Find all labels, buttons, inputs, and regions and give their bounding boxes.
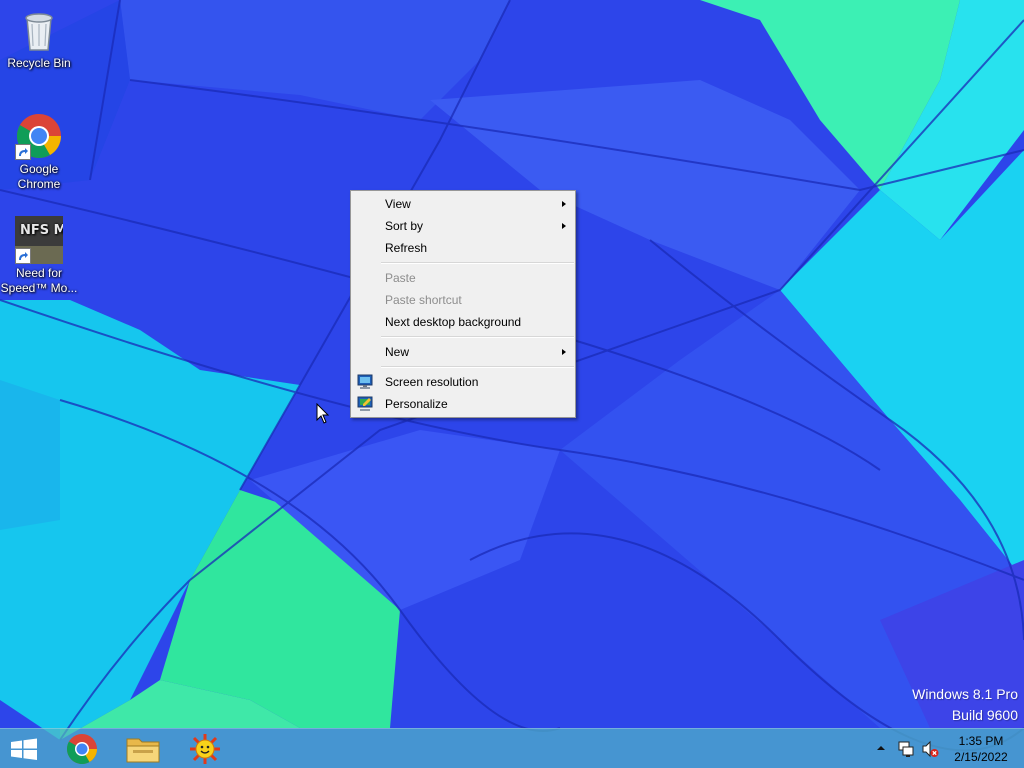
taskbar-file-explorer-button[interactable]: [113, 729, 173, 768]
nfs-most-wanted-icon: NFS MW: [15, 216, 81, 264]
desktop-icon-label: Need for Speed™ Mo...: [0, 266, 78, 295]
menu-separator: [381, 336, 574, 338]
menu-separator: [381, 366, 574, 368]
show-hidden-icons-arrow[interactable]: [876, 743, 886, 753]
taskbar: 1:35 PM 2/15/2022: [0, 728, 1024, 768]
menu-item-paste[interactable]: Paste: [351, 267, 575, 289]
shortcut-arrow-icon: [15, 248, 31, 264]
desktop-icon-google-chrome[interactable]: Google Chrome: [0, 112, 78, 192]
folder-icon: [126, 738, 160, 763]
taskbar-clock[interactable]: 1:35 PM 2/15/2022: [944, 733, 1018, 765]
desktop-context-menu: View Sort by Refresh Paste Paste shortcu…: [350, 190, 576, 418]
desktop-icon-label: Google Chrome: [17, 162, 61, 191]
screen-resolution-icon: [357, 374, 373, 390]
desktop-icon-need-for-speed[interactable]: NFS MW Need for Speed™ Mo...: [0, 216, 81, 296]
recycle-bin-icon: [15, 6, 63, 54]
desktop-icon-recycle-bin[interactable]: Recycle Bin: [0, 6, 78, 71]
menu-item-label: Personalize: [385, 397, 448, 411]
menu-item-sort-by[interactable]: Sort by: [351, 215, 575, 237]
desktop-icon-label: Recycle Bin: [7, 56, 71, 70]
submenu-arrow-icon: [562, 223, 566, 229]
shortcut-arrow-icon: [15, 144, 31, 160]
clock-date: 2/15/2022: [954, 750, 1008, 764]
menu-item-view[interactable]: View: [351, 193, 575, 215]
mouse-cursor-icon: [316, 403, 330, 424]
menu-separator: [381, 262, 574, 264]
network-icon[interactable]: [897, 740, 915, 758]
nfs-badge-top: NFS MW: [20, 223, 63, 238]
personalize-icon: [357, 396, 373, 412]
windows-version-watermark: Windows 8.1 Pro Build 9600: [912, 684, 1018, 726]
chrome-icon: [66, 734, 97, 765]
menu-item-label: Paste shortcut: [385, 293, 462, 307]
watermark-build: Build 9600: [951, 707, 1018, 723]
clock-time: 1:35 PM: [958, 734, 1004, 748]
menu-item-paste-shortcut[interactable]: Paste shortcut: [351, 289, 575, 311]
desktop[interactable]: Recycle Bin Google Chrome NFS MW: [0, 0, 1024, 768]
taskbar-chrome-button[interactable]: [52, 729, 112, 768]
menu-item-screen-resolution[interactable]: Screen resolution: [351, 371, 575, 393]
chrome-icon: [15, 112, 63, 160]
submenu-arrow-icon: [562, 201, 566, 207]
menu-item-label: Next desktop background: [385, 315, 522, 329]
start-button[interactable]: [0, 729, 48, 768]
menu-item-refresh[interactable]: Refresh: [351, 237, 575, 259]
menu-item-label: Refresh: [385, 241, 428, 255]
menu-item-label: Screen resolution: [385, 375, 479, 389]
sun-icon: [190, 734, 220, 764]
menu-item-label: Sort by: [385, 219, 424, 233]
windows-logo-icon: [11, 738, 37, 760]
menu-item-personalize[interactable]: Personalize: [351, 393, 575, 415]
menu-item-next-desktop-background[interactable]: Next desktop background: [351, 311, 575, 333]
menu-item-label: View: [385, 197, 411, 211]
volume-muted-icon[interactable]: [921, 740, 939, 758]
watermark-edition: Windows 8.1 Pro: [912, 686, 1018, 702]
menu-item-label: Paste: [385, 271, 416, 285]
menu-item-label: New: [385, 345, 410, 359]
taskbar-sun-app-button[interactable]: [175, 729, 235, 768]
submenu-arrow-icon: [562, 349, 566, 355]
menu-item-new[interactable]: New: [351, 341, 575, 363]
